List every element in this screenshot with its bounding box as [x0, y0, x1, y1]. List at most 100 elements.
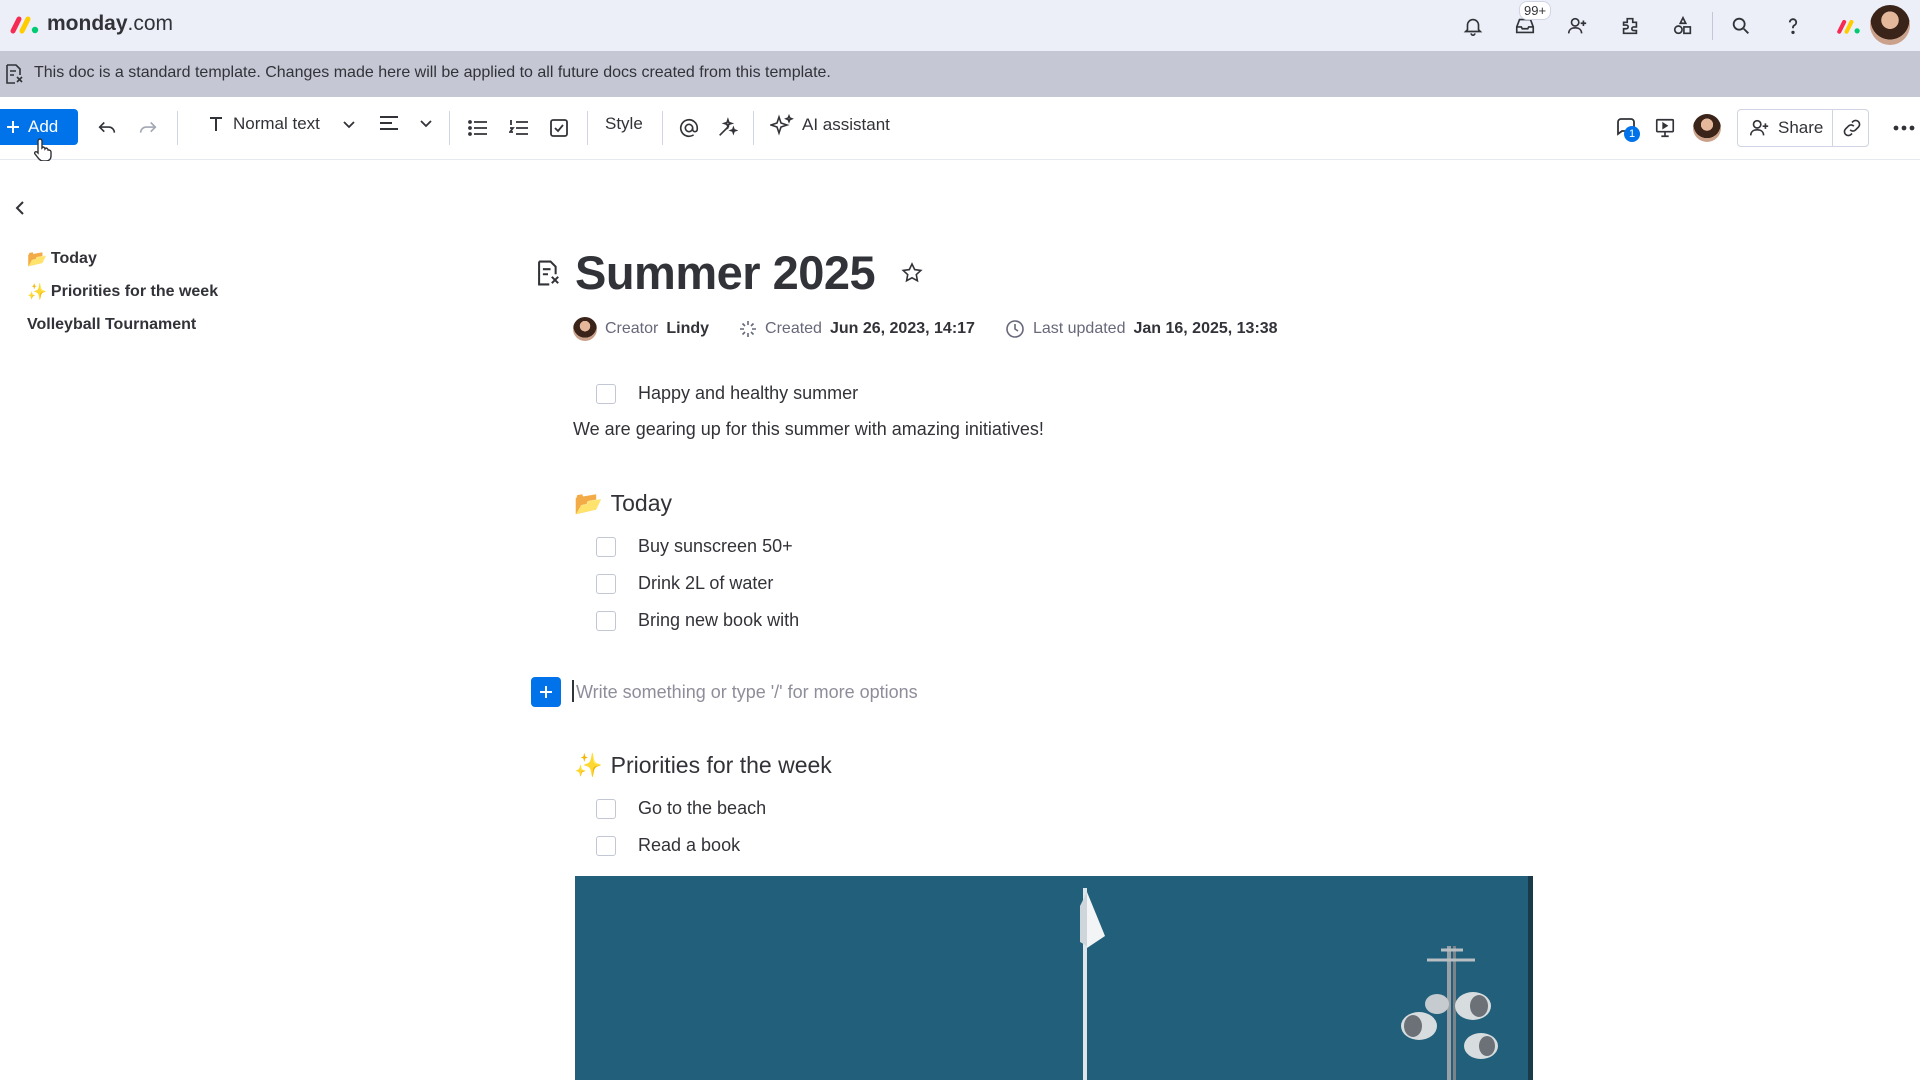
updated-label: Last updated	[1032, 320, 1126, 337]
checklist-item: Bring new book with	[596, 610, 799, 631]
folder-emoji-icon: 📂	[27, 250, 47, 268]
brand-suffix: .com	[127, 12, 174, 35]
monday-logo[interactable]: monday.com	[9, 11, 173, 37]
checkbox[interactable]	[596, 573, 616, 594]
apps-icon[interactable]	[1617, 13, 1643, 39]
add-block-button[interactable]	[531, 677, 561, 707]
creator-info: Creator Lindy	[573, 317, 709, 341]
mouse-cursor-icon	[34, 138, 52, 161]
plus-icon	[7, 121, 19, 133]
banner-text: This doc is a standard template. Changes…	[34, 64, 831, 81]
creator-name[interactable]: Lindy	[666, 320, 709, 338]
editor-toolbar: Add Normal text Style AI assistant 1 Sha…	[0, 97, 1920, 161]
template-doc-icon	[535, 259, 561, 287]
section-heading-text: Today	[610, 490, 673, 516]
top-bar: monday.com 99+	[0, 0, 1920, 51]
created-label: Created	[765, 320, 822, 337]
toolbar-divider	[449, 111, 450, 145]
block-placeholder[interactable]: Write something or type '/' for more opt…	[576, 682, 918, 703]
inbox-badge: 99+	[1519, 1, 1552, 20]
checklist-item: Read a book	[596, 835, 740, 856]
updated-value: Jan 16, 2025, 13:38	[1133, 320, 1278, 337]
checkbox[interactable]	[596, 835, 616, 856]
toolbar-divider	[587, 111, 588, 145]
checklist-item: Buy sunscreen 50+	[596, 536, 793, 557]
created-info: Created Jun 26, 2023, 14:17	[739, 320, 975, 338]
topbar-divider	[1712, 12, 1713, 40]
search-icon[interactable]	[1728, 13, 1754, 39]
checklist-item: Go to the beach	[596, 798, 766, 819]
bullet-list-icon[interactable]	[465, 115, 491, 141]
redo-icon[interactable]	[135, 115, 161, 141]
collaborator-avatar[interactable]	[1693, 114, 1721, 142]
bell-icon[interactable]	[1460, 13, 1486, 39]
undo-icon[interactable]	[94, 115, 120, 141]
checkbox[interactable]	[596, 798, 616, 819]
style-button[interactable]: Style	[605, 114, 643, 134]
toc-item-priorities[interactable]: ✨ Priorities for the week	[27, 275, 218, 308]
checklist-item-text[interactable]: Bring new book with	[638, 610, 799, 631]
magic-icon[interactable]	[714, 115, 740, 141]
template-banner: This doc is a standard template. Changes…	[0, 51, 1920, 97]
share-button[interactable]: Share	[1737, 109, 1869, 147]
checklist-item-text[interactable]: Drink 2L of water	[638, 573, 773, 594]
intro-paragraph[interactable]: We are gearing up for this summer with a…	[573, 419, 1044, 440]
updated-info: Last updated Jan 16, 2025, 13:38	[1005, 319, 1278, 339]
doc-title[interactable]: Summer 2025	[575, 245, 876, 300]
checklist-icon[interactable]	[546, 115, 572, 141]
created-value: Jun 26, 2023, 14:17	[829, 320, 975, 337]
chevron-left-icon[interactable]	[14, 200, 30, 220]
presentation-icon[interactable]	[1652, 115, 1678, 141]
ai-assistant-label: AI assistant	[802, 115, 890, 134]
checkbox[interactable]	[596, 536, 616, 557]
text-type-icon	[207, 115, 225, 133]
star-icon[interactable]	[900, 261, 924, 285]
numbered-list-icon[interactable]	[506, 115, 532, 141]
creator-label: Creator	[605, 320, 659, 337]
folder-emoji-icon: 📂	[574, 490, 603, 516]
checklist-item-text[interactable]: Buy sunscreen 50+	[638, 536, 793, 557]
invite-members-icon[interactable]	[1564, 13, 1590, 39]
chevron-down-icon	[419, 116, 433, 130]
monday-logo-icon	[10, 16, 39, 34]
template-doc-icon	[4, 63, 24, 85]
align-dropdown[interactable]	[379, 114, 433, 132]
checklist-item-text[interactable]: Happy and healthy summer	[638, 383, 858, 404]
section-heading-today[interactable]: 📂 Today	[574, 490, 672, 517]
sparkle-emoji-icon: ✨	[27, 283, 47, 301]
checklist-item-text[interactable]: Read a book	[638, 835, 740, 856]
monday-apps-icon[interactable]	[1832, 13, 1866, 39]
section-heading-text: Priorities for the week	[610, 752, 832, 778]
comments-badge: 1	[1624, 126, 1640, 142]
toc-item-label: Today	[50, 249, 97, 267]
add-button-label: Add	[28, 117, 59, 136]
mention-icon[interactable]	[676, 115, 702, 141]
brand-name: monday	[47, 12, 128, 35]
user-avatar[interactable]	[1870, 5, 1910, 45]
help-icon[interactable]	[1780, 13, 1806, 39]
toc-item-label: Volleyball Tournament	[27, 315, 197, 333]
share-divider	[1832, 110, 1833, 146]
text-style-dropdown[interactable]: Normal text	[207, 114, 356, 134]
integrations-icon[interactable]	[1670, 13, 1696, 39]
chevron-down-icon	[342, 117, 356, 131]
table-of-contents: 📂 Today ✨ Priorities for the week Volleyba…	[27, 242, 218, 341]
toolbar-divider	[662, 111, 663, 145]
creator-avatar	[573, 317, 597, 341]
checklist-item: Drink 2L of water	[596, 573, 773, 594]
section-heading-priorities[interactable]: ✨ Priorities for the week	[574, 752, 832, 779]
beach-image[interactable]	[575, 876, 1533, 1080]
ai-assistant-button[interactable]: AI assistant	[770, 114, 890, 136]
text-style-label: Normal text	[233, 114, 320, 133]
more-icon[interactable]	[1891, 115, 1917, 141]
link-icon[interactable]	[1841, 117, 1863, 139]
checklist-item: Happy and healthy summer	[596, 383, 858, 404]
toc-item-volleyball[interactable]: Volleyball Tournament	[27, 308, 218, 341]
toc-item-today[interactable]: 📂 Today	[27, 242, 218, 275]
align-left-icon	[379, 114, 399, 132]
share-person-icon	[1748, 117, 1770, 139]
checkbox[interactable]	[596, 383, 616, 404]
checklist-item-text[interactable]: Go to the beach	[638, 798, 766, 819]
checkbox[interactable]	[596, 610, 616, 631]
beach-photo-illustration	[575, 876, 1533, 1080]
